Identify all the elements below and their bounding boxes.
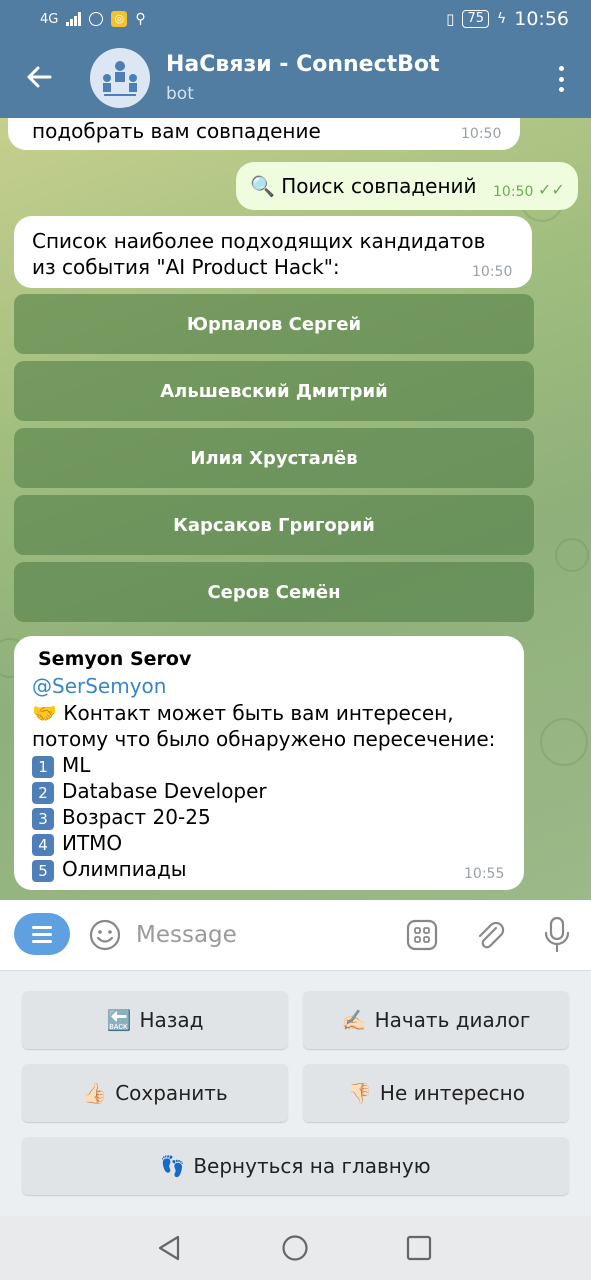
profile-message-bubble[interactable]: Semyon Serov @SerSemyon 🤝 Контакт может … [14, 636, 524, 890]
list-item-text: ML [62, 753, 91, 777]
not-interesting-button[interactable]: 👎🏻 Не интересно [303, 1064, 569, 1122]
profile-username-link[interactable]: @SerSemyon [32, 674, 166, 698]
profile-name: Semyon Serov [38, 648, 192, 670]
number-1-icon: 1 [32, 755, 54, 778]
outgoing-message-bubble[interactable]: 🔍 Поиск совпадений 10:50 ✓✓ [236, 162, 578, 210]
bot-keyboard-icon[interactable] [406, 919, 438, 951]
chat-title[interactable]: НаСвязи - ConnectBot [166, 52, 440, 77]
candidate-button[interactable]: Карсаков Григорий [14, 495, 534, 555]
return-home-label: Вернуться на главную [193, 1154, 431, 1178]
charging-icon: ϟ [496, 11, 507, 27]
message-bubble[interactable]: подобрать вам совпадение 10:50 [8, 118, 520, 150]
list-item: 3 Возраст 20-25 [32, 804, 267, 830]
list-item: 2 Database Developer [32, 778, 267, 804]
save-label: Сохранить [115, 1081, 228, 1105]
read-checkmarks-icon: ✓✓ [538, 180, 565, 199]
chat-subtitle: bot [166, 84, 194, 104]
list-item: 5 Олимпиады [32, 856, 267, 882]
number-4-icon: 4 [32, 833, 54, 856]
list-item-text: Возраст 20-25 [62, 805, 211, 829]
list-item-text: Олимпиады [62, 857, 187, 881]
message-input-bar: Message [0, 900, 591, 971]
thumbs-up-icon: 👍🏻 [82, 1081, 108, 1105]
status-left: 4G ◎ ⚲ [40, 11, 146, 27]
data-saver-icon [89, 12, 104, 26]
bot-avatar[interactable] [90, 48, 150, 108]
more-options-icon[interactable] [559, 66, 565, 92]
system-navigation-bar [0, 1216, 591, 1280]
status-right: ▯ 75 ϟ 10:56 [446, 8, 569, 30]
return-home-button[interactable]: 👣 Вернуться на главную [22, 1137, 569, 1195]
start-dialog-label: Начать диалог [374, 1008, 531, 1032]
background-doodle [540, 718, 588, 766]
chat-area[interactable]: подобрать вам совпадение 10:50 🔍 Поиск с… [0, 118, 591, 900]
battery-icon: 75 [462, 10, 489, 28]
candidate-button[interactable]: Альшевский Дмитрий [14, 361, 534, 421]
back-button[interactable]: 🔙 Назад [22, 991, 288, 1049]
number-2-icon: 2 [32, 781, 54, 804]
message-time: 10:50 [472, 264, 513, 280]
reply-keyboard: 🔙 Назад ✍🏻 Начать диалог 👍🏻 Сохранить 👎🏻… [0, 971, 591, 1216]
profile-intro: 🤝 Контакт может быть вам интересен, пото… [32, 701, 496, 751]
signal-icon [66, 12, 82, 26]
message-time: 10:55 [464, 866, 505, 882]
app-notification-icon: ◎ [111, 11, 128, 27]
status-bar: 4G ◎ ⚲ ▯ 75 ϟ 10:56 [0, 0, 591, 38]
message-time: 10:50 [461, 126, 502, 142]
nav-recents-icon[interactable] [406, 1235, 432, 1261]
candidate-button[interactable]: Илия Хрусталёв [14, 428, 534, 488]
list-item-text: ИТМО [62, 831, 123, 855]
list-item-text: Database Developer [62, 779, 267, 803]
number-3-icon: 3 [32, 807, 54, 830]
not-interesting-label: Не интересно [379, 1081, 525, 1105]
save-button[interactable]: 👍🏻 Сохранить [22, 1064, 288, 1122]
clock: 10:56 [514, 8, 569, 30]
emoji-icon[interactable] [88, 918, 122, 952]
message-text: 🔍 Поиск совпадений [250, 174, 477, 198]
candidate-button[interactable]: Юрпалов Сергей [14, 294, 534, 354]
list-item: 1 ML [32, 752, 267, 778]
bot-menu-button[interactable] [14, 913, 70, 955]
message-text: подобрать вам совпадение [32, 119, 321, 143]
nav-home-icon[interactable] [281, 1234, 309, 1262]
nav-back-icon[interactable] [156, 1234, 182, 1262]
writing-hand-icon: ✍🏻 [341, 1008, 367, 1032]
number-5-icon: 5 [32, 859, 54, 882]
thumbs-down-icon: 👎🏻 [347, 1081, 372, 1105]
back-emoji-icon: 🔙 [106, 1008, 132, 1032]
message-text: Список наиболее подходящих кандидатов из… [32, 229, 486, 279]
microphone-icon[interactable] [542, 916, 572, 954]
message-input[interactable]: Message [136, 922, 237, 948]
background-doodle [555, 538, 589, 572]
candidate-button[interactable]: Серов Семён [14, 562, 534, 622]
start-dialog-button[interactable]: ✍🏻 Начать диалог [303, 991, 569, 1049]
list-item: 4 ИТМО [32, 830, 267, 856]
usb-icon: ⚲ [135, 11, 146, 27]
back-label: Назад [139, 1008, 204, 1032]
network-type: 4G [40, 11, 59, 27]
message-time: 10:50 [493, 184, 534, 200]
footprints-icon: 👣 [160, 1154, 186, 1178]
overlap-list: 1 ML 2 Database Developer 3 Возраст 20-25 4… [32, 752, 267, 882]
back-arrow-icon[interactable] [24, 62, 54, 92]
people-icon [103, 61, 137, 96]
message-bubble[interactable]: Список наиболее подходящих кандидатов из… [14, 216, 532, 288]
chat-header: НаСвязи - ConnectBot bot [0, 38, 591, 118]
attach-icon[interactable] [474, 918, 506, 952]
vibrate-icon: ▯ [446, 10, 455, 28]
